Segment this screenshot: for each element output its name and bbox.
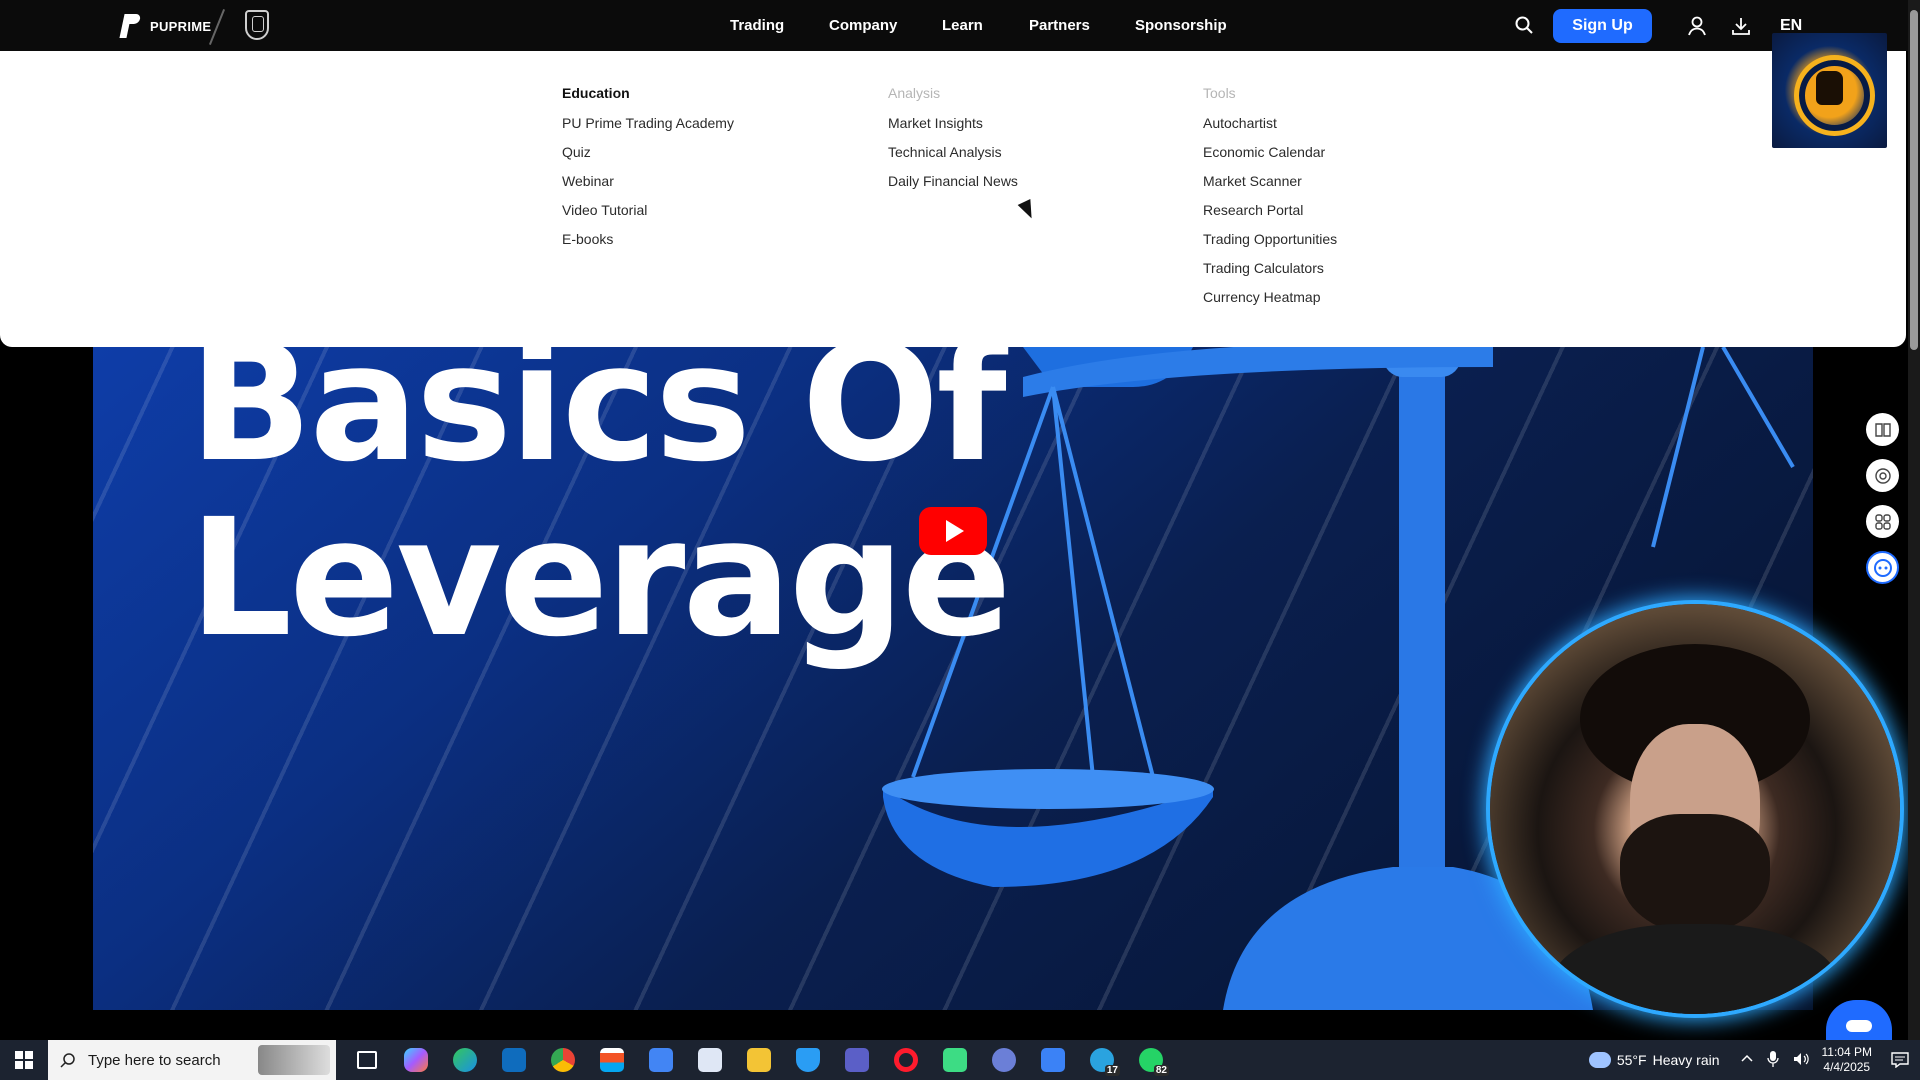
puprime-logo[interactable]: PUPRIME: [118, 12, 211, 40]
puprime-logo-icon: [118, 12, 144, 40]
webcam-person-shirt: [1550, 924, 1840, 1014]
webcam-person-beard: [1620, 814, 1770, 934]
store-icon[interactable]: [587, 1040, 636, 1080]
menu-column-analysis: Analysis Market Insights Technical Analy…: [888, 85, 1018, 201]
windows-taskbar: Type here to search 17 82 55°F Heavy rai…: [0, 1040, 1920, 1080]
chatbot-icon[interactable]: [1866, 551, 1899, 584]
menu-item-research-portal[interactable]: Research Portal: [1203, 201, 1337, 230]
weather-description: Heavy rain: [1652, 1052, 1720, 1068]
menu-item-technical-analysis[interactable]: Technical Analysis: [888, 143, 1018, 172]
file-explorer-icon[interactable]: [734, 1040, 783, 1080]
menu-heading-education[interactable]: Education: [562, 85, 734, 103]
nav-trading[interactable]: Trading: [730, 0, 784, 51]
menu-item-economic-calendar[interactable]: Economic Calendar: [1203, 143, 1337, 172]
windows-start-icon[interactable]: [0, 1040, 48, 1080]
search-highlight-image: [258, 1045, 330, 1075]
menu-item-trading-academy[interactable]: PU Prime Trading Academy: [562, 114, 734, 143]
nav-company[interactable]: Company: [829, 0, 897, 51]
webcam-overlay: [1490, 604, 1900, 1014]
menu-item-webinar[interactable]: Webinar: [562, 172, 734, 201]
clock-time: 11:04 PM: [1821, 1045, 1872, 1059]
menu-heading-analysis[interactable]: Analysis: [888, 85, 1018, 103]
menu-heading-tools[interactable]: Tools: [1203, 85, 1337, 103]
youtube-play-button[interactable]: [919, 507, 987, 555]
whatsapp-badge: 82: [1153, 1065, 1169, 1076]
search-icon: [48, 1052, 88, 1068]
menu-item-daily-financial-news[interactable]: Daily Financial News: [888, 172, 1018, 201]
logo-divider: [208, 9, 226, 45]
live-chat-button[interactable]: [1826, 1000, 1892, 1040]
nav-learn[interactable]: Learn: [942, 0, 983, 51]
menu-item-market-insights[interactable]: Market Insights: [888, 114, 1018, 143]
menu-item-quiz[interactable]: Quiz: [562, 143, 734, 172]
whatsapp-icon[interactable]: 82: [1126, 1040, 1175, 1080]
nav-sponsorship[interactable]: Sponsorship: [1135, 0, 1227, 51]
taskbar-apps: 17 82: [342, 1040, 1175, 1080]
menu-column-education: Education PU Prime Trading Academy Quiz …: [562, 85, 734, 259]
opera-icon[interactable]: [881, 1040, 930, 1080]
menu-item-video-tutorial[interactable]: Video Tutorial: [562, 201, 734, 230]
chevron-up-icon[interactable]: [1740, 1052, 1753, 1068]
taskbar-search-placeholder: Type here to search: [88, 1051, 221, 1069]
notepad-icon[interactable]: [685, 1040, 734, 1080]
menu-item-trading-calculators[interactable]: Trading Calculators: [1203, 259, 1337, 288]
target-icon[interactable]: [1866, 459, 1899, 492]
sponsor-crest-icon[interactable]: [245, 10, 269, 40]
headline-line-1: Basics Of: [189, 347, 1007, 498]
user-icon[interactable]: [1686, 15, 1708, 37]
sign-up-button[interactable]: Sign Up: [1553, 9, 1652, 43]
menu-item-ebooks[interactable]: E-books: [562, 230, 734, 259]
telegram-icon[interactable]: 17: [1077, 1040, 1126, 1080]
menu-item-trading-opportunities[interactable]: Trading Opportunities: [1203, 230, 1337, 259]
edge-icon[interactable]: [440, 1040, 489, 1080]
speaker-icon[interactable]: [1793, 1052, 1809, 1069]
weather-widget[interactable]: 55°F Heavy rain: [1588, 1052, 1720, 1068]
book-icon[interactable]: [1866, 413, 1899, 446]
download-icon[interactable]: [1730, 15, 1752, 37]
menu-item-autochartist[interactable]: Autochartist: [1203, 114, 1337, 143]
android-studio-icon[interactable]: [930, 1040, 979, 1080]
settings-app-icon[interactable]: [979, 1040, 1028, 1080]
clock-date: 4/4/2025: [1823, 1060, 1871, 1074]
headline-line-2: Leverage: [189, 485, 1012, 673]
vpn-shield-icon[interactable]: [783, 1040, 832, 1080]
telegram-badge: 17: [1104, 1065, 1120, 1076]
docs-icon[interactable]: [636, 1040, 685, 1080]
fist-emblem-badge: [1772, 33, 1887, 148]
top-navigation: PUPRIME Trading Company Learn Partners S…: [0, 0, 1920, 51]
menu-item-currency-heatmap[interactable]: Currency Heatmap: [1203, 288, 1337, 317]
brand-name: PUPRIME: [150, 18, 212, 34]
scrollbar-thumb[interactable]: [1910, 10, 1918, 350]
page-scrollbar[interactable]: [1908, 0, 1920, 1040]
taskbar-search-box[interactable]: Type here to search: [48, 1040, 336, 1080]
task-view-icon[interactable]: [342, 1040, 391, 1080]
chrome-icon[interactable]: [538, 1040, 587, 1080]
system-tray: 55°F Heavy rain 11:04 PM 4/4/2025: [1588, 1040, 1920, 1080]
microphone-icon[interactable]: [1766, 1050, 1779, 1070]
copilot-icon[interactable]: [391, 1040, 440, 1080]
outlook-icon[interactable]: [489, 1040, 538, 1080]
learn-mega-menu: Education PU Prime Trading Academy Quiz …: [0, 51, 1906, 347]
nav-partners[interactable]: Partners: [1029, 0, 1090, 51]
menu-item-market-scanner[interactable]: Market Scanner: [1203, 172, 1337, 201]
weather-rain-icon: [1588, 1052, 1611, 1068]
weather-temperature: 55°F: [1616, 1052, 1647, 1068]
apps-grid-icon[interactable]: [1866, 505, 1899, 538]
floating-side-toolbar: [1866, 413, 1899, 584]
video-headline: Basics Of Leverage: [189, 347, 1012, 673]
teams-icon[interactable]: [832, 1040, 881, 1080]
search-icon[interactable]: [1514, 15, 1534, 35]
notification-center-icon[interactable]: [1880, 1040, 1920, 1080]
stream-deck-icon[interactable]: [1028, 1040, 1077, 1080]
taskbar-clock[interactable]: 11:04 PM 4/4/2025: [1822, 1045, 1872, 1075]
menu-column-tools: Tools Autochartist Economic Calendar Mar…: [1203, 85, 1337, 317]
